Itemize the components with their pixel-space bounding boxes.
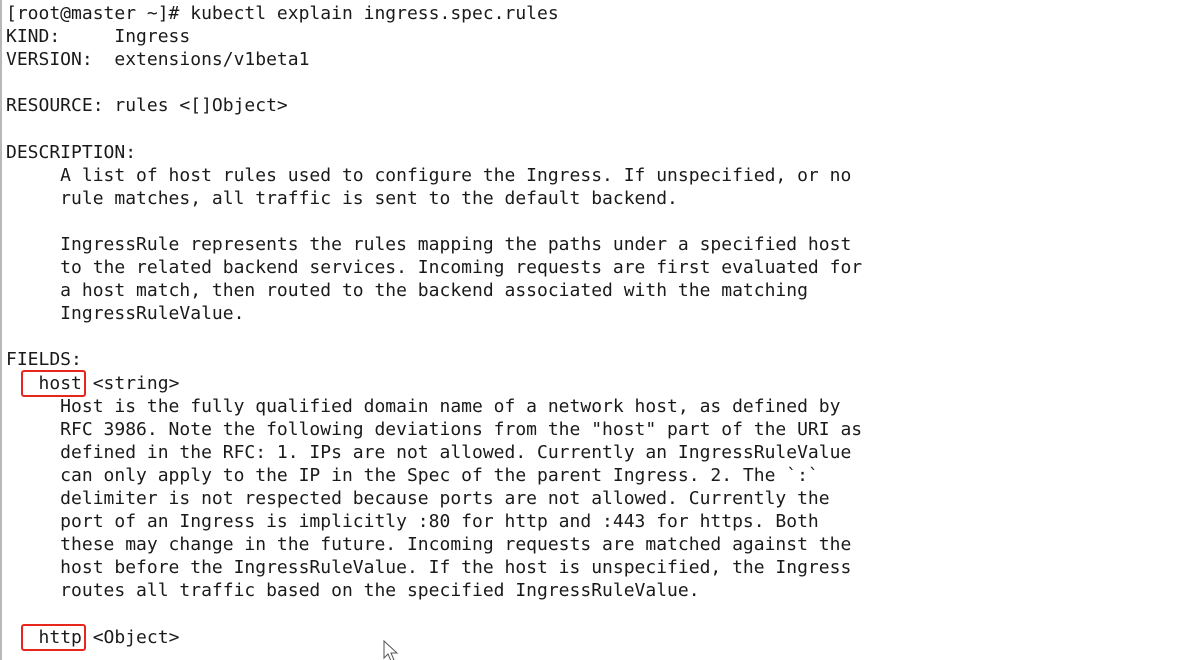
- terminal-line: host before the IngressRuleValue. If the…: [6, 557, 852, 579]
- terminal-line: defined in the RFC: 1. IPs are not allow…: [6, 441, 852, 463]
- terminal-line: A list of host rules used to configure t…: [6, 164, 852, 186]
- terminal-line: VERSION: extensions/v1beta1: [6, 49, 310, 71]
- field-name-host: host: [20, 369, 87, 397]
- terminal-line: a host match, then routed to the backend…: [6, 280, 808, 302]
- field-type: <Object>: [81, 626, 180, 648]
- terminal-line: IngressRuleValue.: [6, 303, 245, 325]
- terminal-line: [root@master ~]# kubectl explain ingress…: [6, 3, 559, 24]
- terminal-line: Host is the fully qualified domain name …: [6, 395, 841, 417]
- terminal-line: these may change in the future. Incoming…: [6, 534, 852, 556]
- terminal-line: to the related backend services. Incomin…: [6, 257, 863, 279]
- mouse-cursor-icon: [383, 640, 399, 660]
- terminal-line: routes all traffic based on the specifie…: [6, 580, 700, 602]
- terminal-window[interactable]: [root@master ~]# kubectl explain ingress…: [0, 0, 1189, 660]
- field-name-http: http: [20, 623, 87, 651]
- field-type: <string>: [81, 372, 180, 394]
- terminal-line: DESCRIPTION:: [6, 141, 137, 163]
- terminal-line: FIELDS:: [6, 349, 82, 371]
- terminal-line: IngressRule represents the rules mapping…: [6, 233, 852, 255]
- terminal-line: rule matches, all traffic is sent to the…: [6, 187, 678, 209]
- terminal-line: port of an Ingress is implicitly :80 for…: [6, 511, 819, 533]
- terminal-line: delimiter is not respected because ports…: [6, 487, 830, 509]
- terminal-line: can only apply to the IP in the Spec of …: [6, 464, 819, 486]
- terminal-line: RESOURCE: rules <[]Object>: [6, 95, 288, 117]
- terminal-output: [root@master ~]# kubectl explain ingress…: [6, 2, 863, 651]
- terminal-line: RFC 3986. Note the following deviations …: [6, 418, 863, 440]
- terminal-line: http <Object>: [6, 623, 862, 651]
- terminal-line: KIND: Ingress: [6, 26, 191, 48]
- terminal-line: host <string>: [6, 369, 862, 397]
